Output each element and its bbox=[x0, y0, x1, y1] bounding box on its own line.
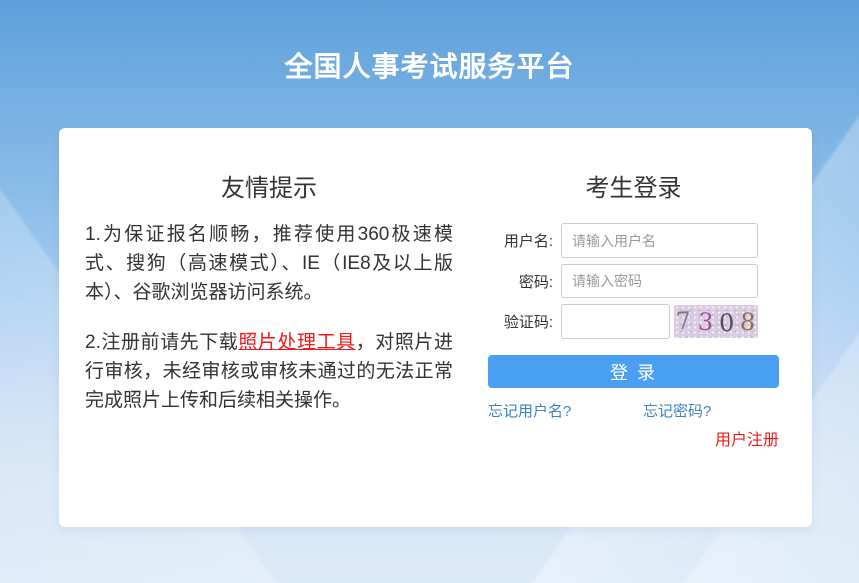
page-title: 全国人事考试服务平台 bbox=[284, 51, 575, 82]
password-row: 密码: bbox=[488, 264, 779, 298]
register-row: 用户注册 bbox=[488, 426, 779, 450]
captcha-input[interactable] bbox=[561, 304, 670, 339]
captcha-digit: 0 bbox=[718, 308, 735, 337]
login-panel: 考生登录 用户名: 密码: 验证码: 7 3 0 8 登 录 bbox=[488, 128, 779, 527]
login-heading: 考生登录 bbox=[585, 175, 682, 202]
captcha-digit: 8 bbox=[739, 307, 757, 336]
tips-paragraph-2: 2.注册前请先下载照片处理工具，对照片进行审核，未经审核或审核未通过的无法正常完… bbox=[85, 328, 453, 415]
forgot-username-link[interactable]: 忘记用户名? bbox=[488, 400, 571, 421]
captcha-label: 验证码: bbox=[503, 314, 553, 331]
captcha-digit: 3 bbox=[696, 307, 714, 336]
forgot-password-link[interactable]: 忘记密码? bbox=[643, 400, 711, 421]
photo-tool-link[interactable]: 照片处理工具 bbox=[238, 332, 355, 353]
captcha-image[interactable]: 7 3 0 8 bbox=[674, 305, 758, 338]
captcha-row: 验证码: 7 3 0 8 bbox=[488, 304, 779, 339]
forgot-links-row: 忘记用户名? 忘记密码? bbox=[488, 400, 779, 421]
tips-paragraph-2-prefix: 2.注册前请先下载 bbox=[85, 332, 239, 353]
tips-panel: 友情提示 1.为保证报名顺畅，推荐使用360极速模式、搜狗（高速模式）、IE（I… bbox=[85, 128, 453, 527]
tips-paragraph-1: 1.为保证报名顺畅，推荐使用360极速模式、搜狗（高速模式）、IE（IE8及以上… bbox=[85, 224, 453, 303]
page-background: 全国人事考试服务平台 友情提示 1.为保证报名顺畅，推荐使用360极速模式、搜狗… bbox=[0, 0, 859, 583]
username-row: 用户名: bbox=[488, 223, 779, 258]
login-button[interactable]: 登 录 bbox=[488, 355, 779, 388]
password-label: 密码: bbox=[518, 273, 553, 291]
login-card: 友情提示 1.为保证报名顺畅，推荐使用360极速模式、搜狗（高速模式）、IE（I… bbox=[59, 128, 812, 527]
password-input[interactable] bbox=[561, 264, 758, 298]
captcha-digit: 7 bbox=[675, 306, 693, 336]
tips-heading: 友情提示 bbox=[221, 175, 317, 202]
register-link[interactable]: 用户注册 bbox=[715, 432, 779, 449]
username-label: 用户名: bbox=[503, 233, 553, 250]
username-input[interactable] bbox=[561, 223, 758, 258]
